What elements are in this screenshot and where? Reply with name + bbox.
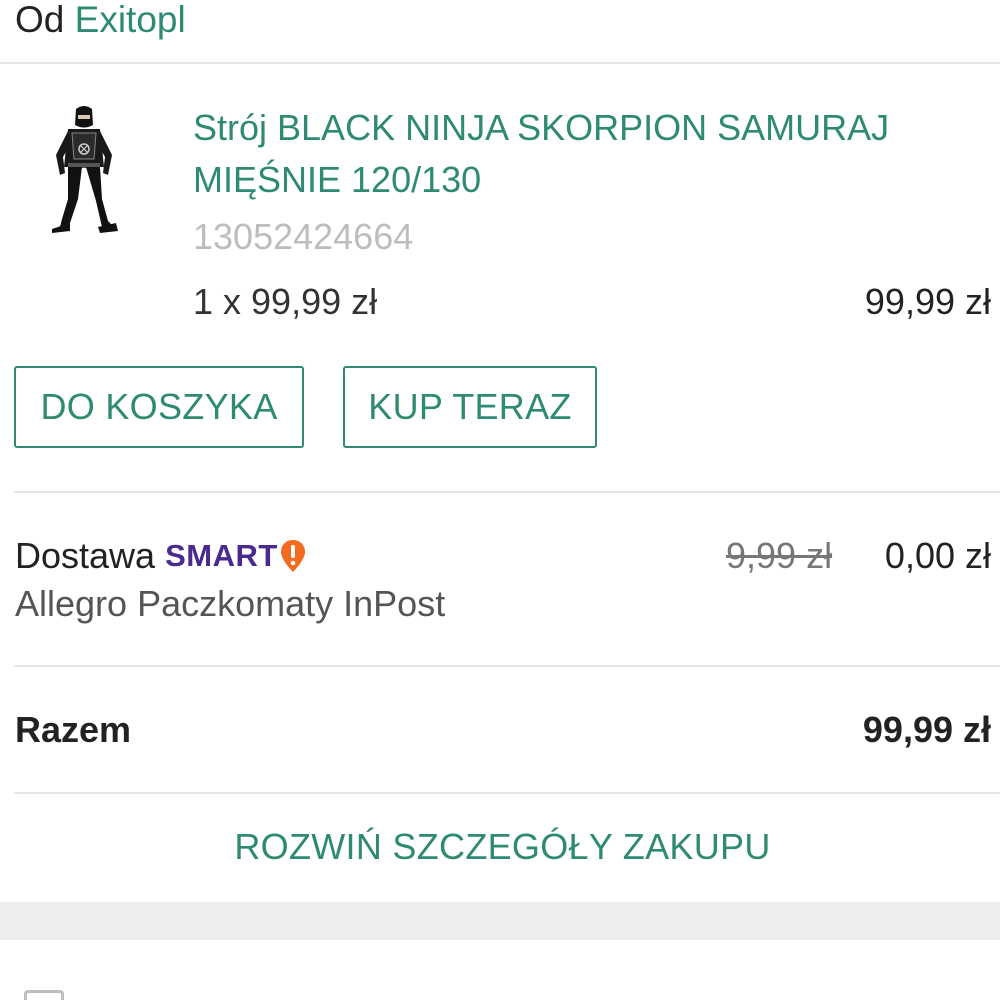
delivery-method: Allegro Paczkomaty InPost	[15, 583, 446, 624]
checkbox[interactable]	[24, 990, 64, 1000]
seller-prefix: Od	[15, 0, 65, 40]
offer-id: 13052424664	[193, 216, 414, 257]
ninja-costume-image[interactable]	[48, 103, 120, 238]
delivery-label: Dostawa	[15, 535, 156, 576]
delivery-label-row: Dostawa SMART	[15, 534, 306, 578]
divider	[14, 665, 1000, 667]
purchase-details-page: Od Exitopl Strój BLACK NINJA SKORPION SA…	[0, 0, 1000, 1000]
seller-row: Od Exitopl	[15, 0, 186, 40]
delivery-old-price: 9,99 zł	[726, 535, 833, 576]
divider	[14, 491, 1000, 493]
product-title-link[interactable]: Strój BLACK NINJA SKORPION SAMURAJ MIĘŚN…	[193, 102, 983, 206]
smart-badge: SMART	[165, 534, 306, 578]
delivery-new-price: 0,00 zł	[884, 535, 991, 576]
smart-badge-text: SMART	[165, 538, 278, 573]
total-value: 99,99 zł	[862, 709, 991, 750]
total-label: Razem	[15, 709, 132, 750]
buy-now-button[interactable]: KUP TERAZ	[343, 366, 597, 448]
divider	[14, 792, 1000, 794]
divider	[0, 62, 1000, 64]
smart-exclamation-icon	[280, 540, 305, 572]
expand-purchase-details-link[interactable]: ROZWIŃ SZCZEGÓŁY ZAKUPU	[0, 824, 1000, 870]
section-separator	[0, 902, 1000, 940]
add-to-cart-button[interactable]: DO KOSZYKA	[14, 366, 304, 448]
line-total: 99,99 zł	[864, 281, 991, 322]
quantity-price: 1 x 99,99 zł	[193, 281, 378, 322]
seller-link[interactable]: Exitopl	[75, 0, 186, 40]
